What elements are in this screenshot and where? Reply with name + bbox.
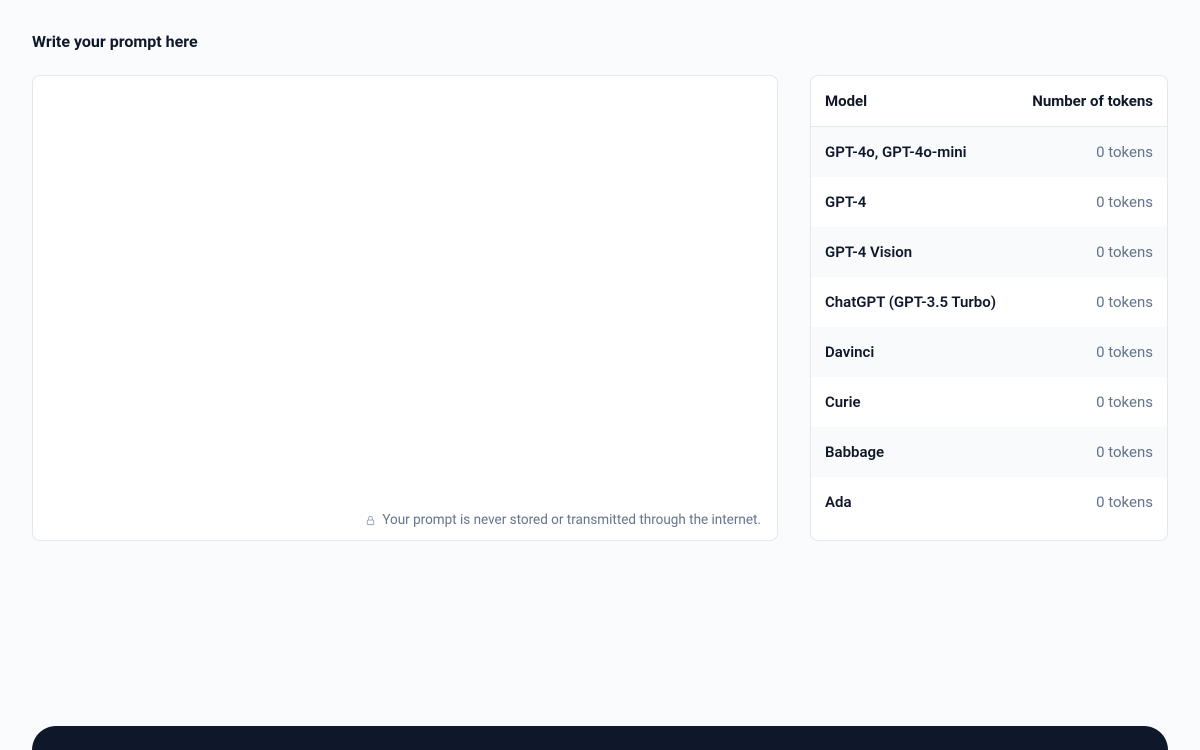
table-row: GPT-4 0 tokens	[811, 177, 1167, 227]
table-row: Curie 0 tokens	[811, 377, 1167, 427]
table-row: GPT-4o, GPT-4o-mini 0 tokens	[811, 127, 1167, 177]
privacy-notice: Your prompt is never stored or transmitt…	[33, 500, 777, 540]
token-count: 0 tokens	[1096, 493, 1153, 511]
model-name: Ada	[825, 493, 852, 511]
header-tokens: Number of tokens	[1032, 92, 1153, 110]
token-count: 0 tokens	[1096, 143, 1153, 161]
token-table: Model Number of tokens GPT-4o, GPT-4o-mi…	[810, 75, 1168, 541]
model-name: GPT-4 Vision	[825, 243, 912, 261]
table-row: GPT-4 Vision 0 tokens	[811, 227, 1167, 277]
token-count: 0 tokens	[1096, 243, 1153, 261]
token-count: 0 tokens	[1096, 393, 1153, 411]
model-name: Curie	[825, 393, 861, 411]
lock-icon	[364, 514, 376, 526]
table-row: ChatGPT (GPT-3.5 Turbo) 0 tokens	[811, 277, 1167, 327]
token-count: 0 tokens	[1096, 193, 1153, 211]
header-model: Model	[825, 92, 867, 110]
content-wrapper: Your prompt is never stored or transmitt…	[32, 75, 1168, 541]
prompt-textarea[interactable]	[33, 76, 777, 500]
model-name: Babbage	[825, 443, 884, 461]
table-row: Davinci 0 tokens	[811, 327, 1167, 377]
token-count: 0 tokens	[1096, 293, 1153, 311]
model-name: ChatGPT (GPT-3.5 Turbo)	[825, 293, 996, 311]
bottom-section	[32, 726, 1168, 750]
token-count: 0 tokens	[1096, 343, 1153, 361]
table-header: Model Number of tokens	[811, 76, 1167, 127]
prompt-area: Your prompt is never stored or transmitt…	[32, 75, 778, 541]
table-row: Ada 0 tokens	[811, 477, 1167, 527]
model-name: GPT-4	[825, 193, 866, 211]
token-count: 0 tokens	[1096, 443, 1153, 461]
page-title: Write your prompt here	[32, 32, 1168, 51]
model-name: GPT-4o, GPT-4o-mini	[825, 143, 967, 161]
privacy-text: Your prompt is never stored or transmitt…	[382, 512, 761, 528]
table-row: Babbage 0 tokens	[811, 427, 1167, 477]
table-body: GPT-4o, GPT-4o-mini 0 tokens GPT-4 0 tok…	[811, 127, 1167, 527]
model-name: Davinci	[825, 343, 874, 361]
